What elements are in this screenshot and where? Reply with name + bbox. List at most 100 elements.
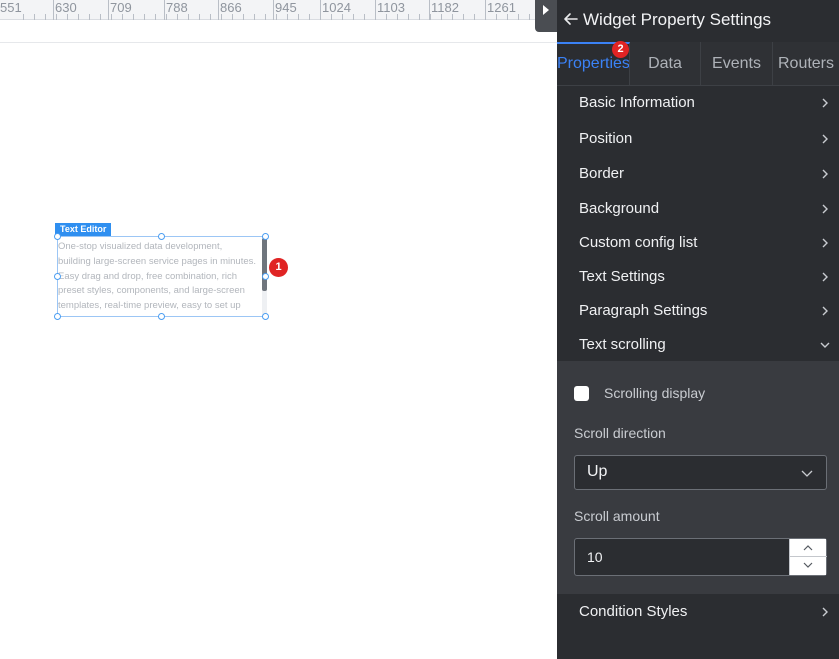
ruler-tick [111,14,112,20]
ruler-tick [353,14,354,20]
ruler-tick [177,14,178,20]
widget-text-content: One-stop visualized data development, bu… [58,240,262,314]
section-text-scrolling[interactable]: Text scrolling [557,328,839,362]
widget-text-line: building large-screen service pages in m… [58,255,257,267]
section-label: Paragraph Settings [579,302,708,319]
section-label: Border [579,165,625,182]
ruler-tick [56,14,57,20]
ruler-tick [518,14,519,20]
ruler-number: 866 [220,0,242,15]
section-border[interactable]: Border [557,157,839,191]
scrolling-display-checkbox[interactable] [574,386,589,401]
ruler-tick [188,14,189,20]
ruler-tick [463,14,464,20]
tab-data[interactable]: Data [630,42,701,85]
ruler-tick [232,14,233,20]
ruler-tick [331,14,332,20]
widget-scrollbar-thumb[interactable] [262,238,267,291]
resize-handle-bottom-right[interactable] [262,313,269,320]
ruler-major-tick [429,0,430,20]
ruler-tick [89,14,90,20]
text-scrolling-body: Scrolling display Scroll direction Up Sc… [557,361,839,594]
resize-handle-left[interactable] [54,273,61,280]
panel-collapse-toggle[interactable] [535,0,557,32]
resize-handle-bottom-left[interactable] [54,313,61,320]
decrement-button[interactable] [790,557,827,575]
ruler-tick [34,14,35,20]
ruler-tick [474,14,475,20]
ruler-tick [386,14,387,20]
ruler-tick [144,14,145,20]
panel-header: Widget Property Settings [557,0,839,42]
ruler-number: 1103 [377,0,405,15]
resize-handle-top[interactable] [158,233,165,240]
section-label: Text Settings [579,268,665,285]
arrow-left-icon[interactable] [563,11,579,27]
ruler-number: 630 [55,0,77,15]
property-panel: Widget Property Settings Properties Data… [557,0,839,659]
resize-handle-top-right[interactable] [262,233,269,240]
chevron-right-icon [822,272,828,282]
ruler-major-tick [164,0,165,20]
horizontal-ruler: 551 630 709 788 866 945 1024 1103 1182 1… [0,0,557,20]
input-value: 10 [587,549,603,565]
increment-button[interactable] [790,539,827,557]
quantity-stepper [789,539,827,575]
scroll-direction-label: Scroll direction [574,425,666,441]
section-condition-styles[interactable]: Condition Styles [557,595,839,629]
ruler-tick [342,14,343,20]
ruler-tick [78,14,79,20]
section-background[interactable]: Background [557,192,839,226]
design-canvas[interactable]: 551 630 709 788 866 945 1024 1103 1182 1… [0,0,557,659]
chevron-down-icon [801,470,813,477]
ruler-major-tick [218,0,219,20]
ruler-major-tick [485,0,486,20]
chevron-right-icon [822,204,828,214]
ruler-number: 1024 [322,0,351,15]
section-text-settings[interactable]: Text Settings [557,260,839,294]
section-paragraph-settings[interactable]: Paragraph Settings [557,294,839,328]
ruler-tick [155,14,156,20]
widget-type-label: Text Editor [55,223,112,236]
section-basic-information[interactable]: Basic Information [557,86,839,120]
ruler-tick [309,14,310,20]
panel-title: Widget Property Settings [583,10,772,29]
ruler-tick [133,14,134,20]
section-position[interactable]: Position [557,122,839,156]
ruler-tick [254,14,255,20]
scroll-direction-select[interactable]: Up [574,455,827,490]
section-custom-config-list[interactable]: Custom config list [557,226,839,260]
resize-handle-right[interactable] [262,273,269,280]
chevron-right-icon [822,238,828,248]
text-editor-widget[interactable]: One-stop visualized data development, bu… [57,236,267,317]
section-label: Condition Styles [579,603,688,620]
ruler-tick [397,14,398,20]
ruler-tick [265,14,266,20]
ruler-tick [430,14,431,20]
resize-handle-top-left[interactable] [54,233,61,240]
widget-text-line: preset styles, components, and large-scr… [58,285,245,297]
chevron-right-icon [822,169,828,179]
caret-right-icon [543,5,549,15]
scroll-amount-label: Scroll amount [574,508,660,524]
ruler-major-tick [53,0,54,20]
tab-events[interactable]: Events [701,42,773,85]
chevron-down-icon [803,562,813,568]
chevron-right-icon [822,98,828,108]
chevron-down-icon [820,342,830,348]
scroll-amount-input[interactable]: 10 [574,538,827,576]
ruler-major-tick [108,0,109,20]
callout-badge: 2 [612,41,629,58]
ruler-tick [210,14,211,20]
ruler-number: 551 [0,0,22,15]
tab-routers[interactable]: Routers [773,42,839,85]
ruler-tick [529,14,530,20]
ruler-tick [452,14,453,20]
chevron-right-icon [822,607,828,617]
resize-handle-bottom[interactable] [158,313,165,320]
ruler-tick [199,14,200,20]
checkbox-label: Scrolling display [604,385,706,401]
ruler-major-tick [320,0,321,20]
ruler-tick [166,14,167,20]
ruler-tick [67,14,68,20]
